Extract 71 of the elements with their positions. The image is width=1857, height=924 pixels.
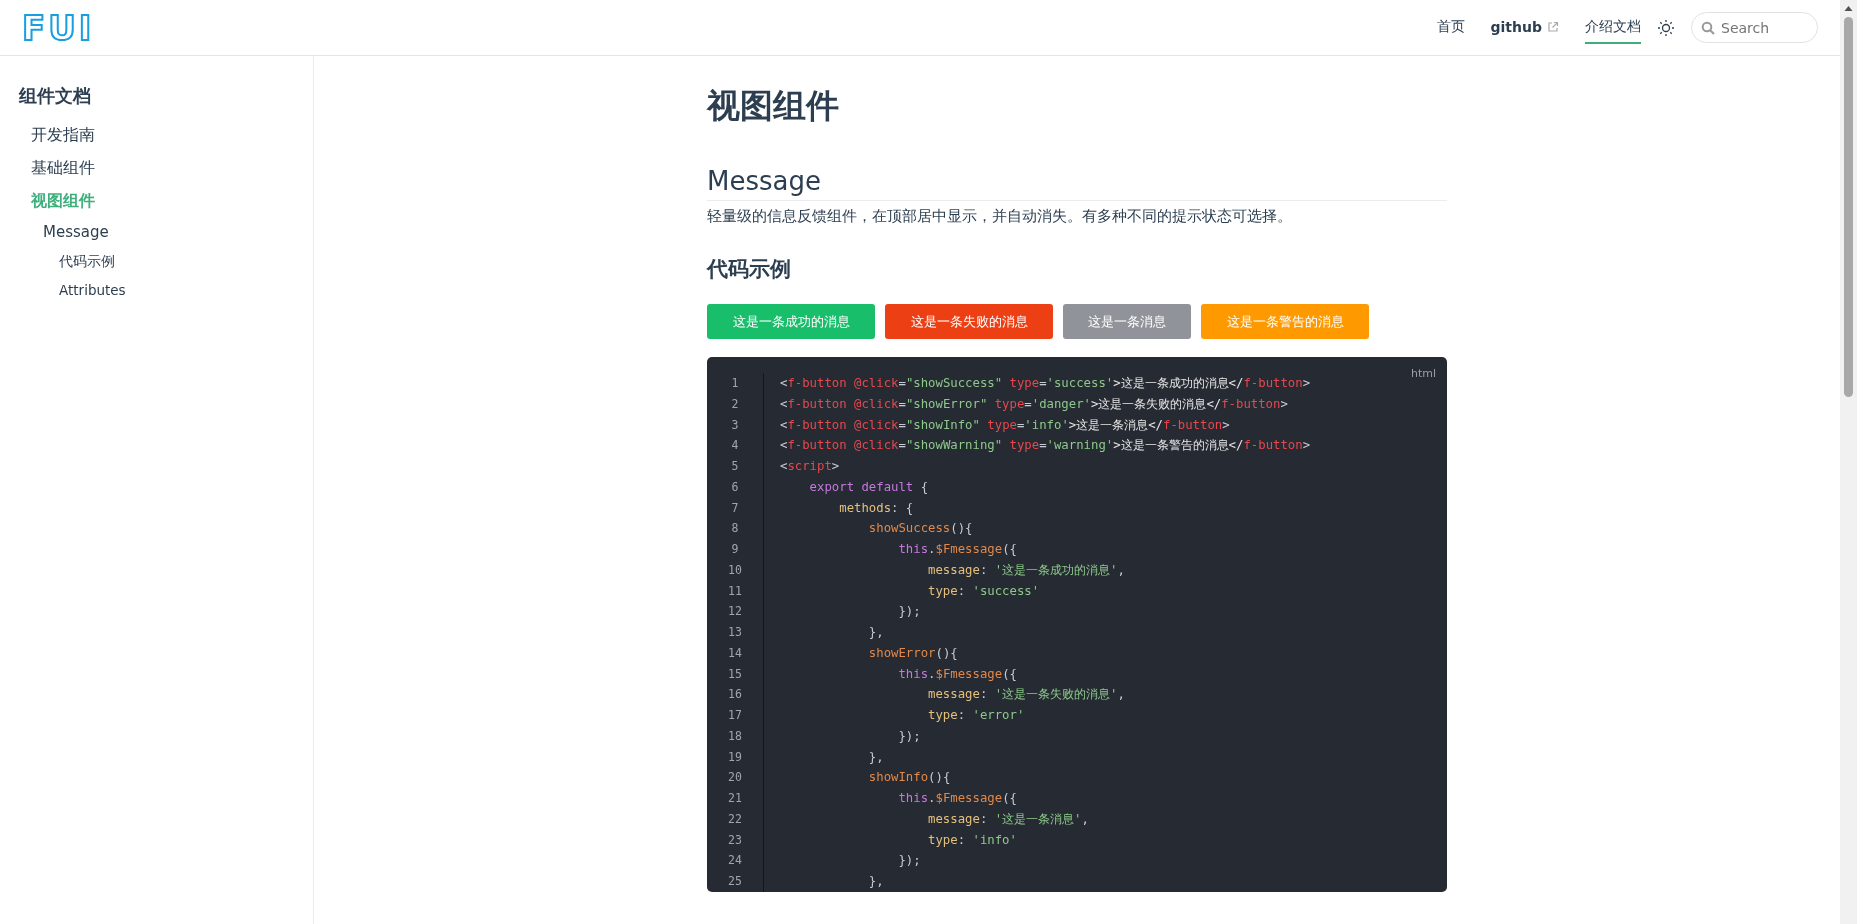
code-line: export default { [808,478,930,496]
line-number: 22 [727,810,743,828]
code-line: this.$Fmessage({ [897,665,1018,683]
line-number: 17 [727,707,743,724]
sidebar-item[interactable]: 开发指南 [19,118,313,151]
code-line: this.$Fmessage({ [897,541,1018,558]
sidebar-subitem[interactable]: Attributes [19,276,313,305]
code-line: showSuccess(){ [867,520,974,538]
line-number: 10 [727,561,743,579]
code-line: }); [897,603,922,621]
line-number: 9 [730,541,740,558]
search-field[interactable]: Search [1691,12,1818,43]
line-number: 25 [727,873,743,890]
code-line: <f-button @click="showInfo" type='info'>这是一条消息</f-button> [780,416,1231,434]
code-line: message: '这是一条消息', [927,810,1090,828]
scrollbar[interactable] [1840,0,1857,924]
code-line: message: '这是一条失败的消息', [927,686,1126,704]
line-number: 19 [727,748,743,766]
nav-link[interactable]: 首页 [1436,11,1465,44]
nav-link[interactable]: github [1490,12,1559,43]
code-line: <f-button @click="showWarning" type='warning'>这是一条警告的消息</f-button> [780,437,1311,455]
code-line: <f-button @click="showError" type='danger'>这是一条失败的消息</f-button> [780,395,1289,413]
scrollbar-thumb[interactable] [1844,17,1853,397]
code-line: showInfo(){ [867,769,952,787]
line-number: 11 [727,582,743,600]
subsection-heading: 代码示例 [707,256,792,283]
sidebar-subitem[interactable]: 代码示例 [19,247,313,276]
code-line: }); [897,852,922,870]
nav-link[interactable]: 介绍文档 [1585,11,1641,44]
code-line: type: 'success' [927,582,1041,600]
line-number: 6 [730,478,740,496]
message-button[interactable]: 这是一条失败的消息 [885,304,1053,339]
code-line: }); [897,727,922,745]
language-label: html [1410,367,1436,380]
line-number: 2 [730,395,740,413]
line-number: 14 [727,644,743,662]
scroll-up-arrow-icon[interactable] [1844,6,1853,11]
line-number: 20 [727,769,743,787]
line-number: 3 [730,416,740,434]
line-number: 1 [730,375,740,392]
code-line: }, [867,624,885,641]
line-number: 12 [727,603,743,621]
line-number: 18 [727,727,743,745]
code-line: }, [867,748,885,766]
sidebar-item[interactable]: 基础组件 [19,151,313,184]
section-heading: Message [707,164,1447,201]
line-number: 7 [730,499,740,517]
code-line: type: 'info' [927,831,1018,849]
code-line: }, [867,873,885,890]
line-number: 5 [730,458,740,475]
code-line: <script> [780,458,841,475]
code-line: this.$Fmessage({ [897,790,1018,807]
line-number: 15 [727,665,743,683]
line-number: 21 [727,790,743,807]
line-number: 16 [727,686,743,704]
search-icon [1701,21,1715,35]
sidebar-subitem[interactable]: Message [19,217,313,247]
line-number: 4 [730,437,740,455]
section-description: 轻量级的信息反馈组件，在顶部居中显示，并自动消失。有多种不同的提示状态可选择。 [707,206,1293,227]
code-line: message: '这是一条成功的消息', [927,561,1126,579]
line-number: 24 [727,852,743,870]
sun-icon[interactable] [1657,18,1675,37]
code-line: showError(){ [867,644,959,662]
line-number: 23 [727,831,743,849]
line-number: 8 [730,520,740,538]
sidebar-heading: 组件文档 [19,84,92,108]
line-number: 13 [727,624,743,641]
code-line: methods: { [838,499,915,517]
code-line: type: 'error' [927,707,1026,724]
code-line: <f-button @click="showSuccess" type='success'>这是一条成功的消息</f-button> [780,375,1311,392]
page-title: 视图组件 [707,86,840,126]
